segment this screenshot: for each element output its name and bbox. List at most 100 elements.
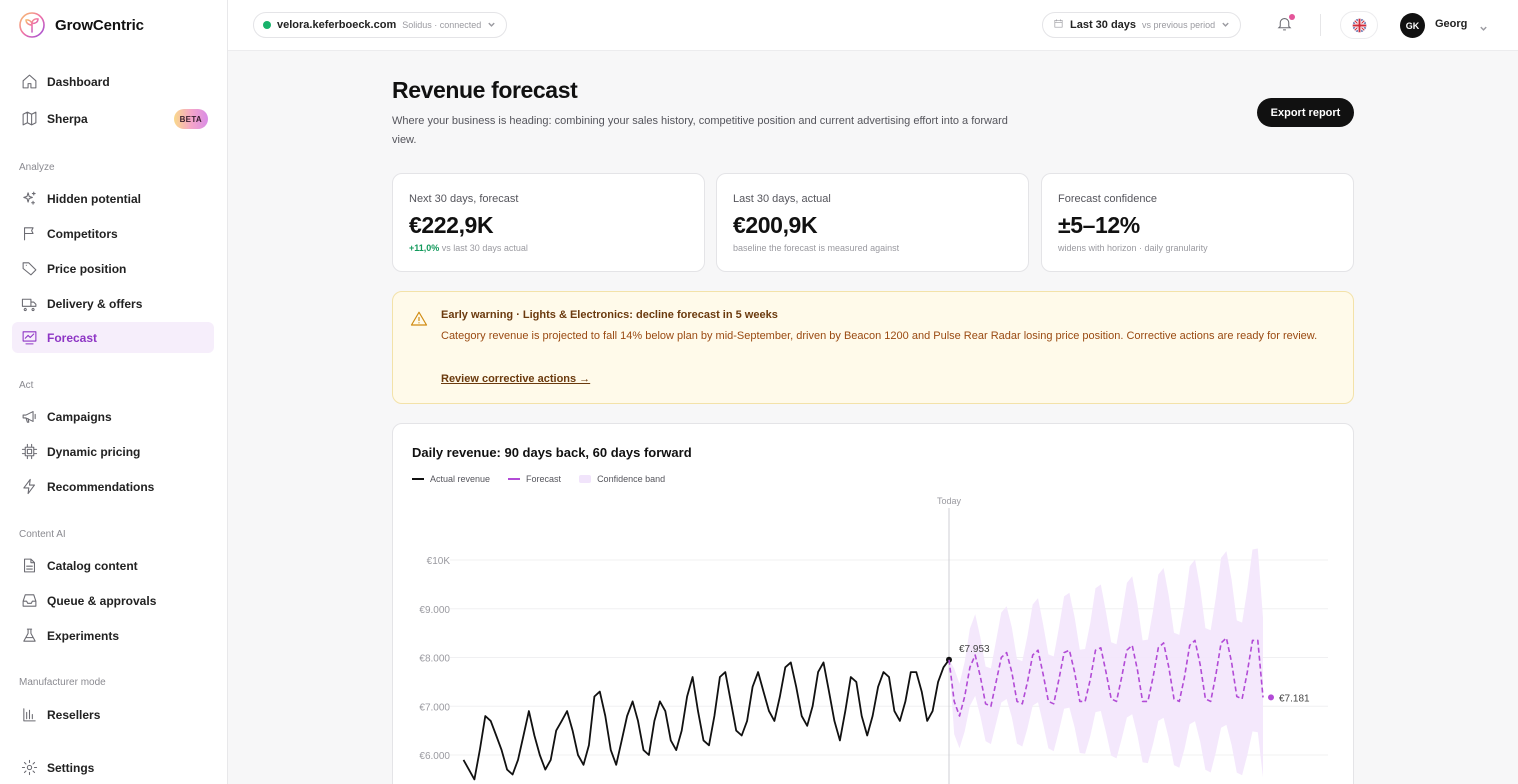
- sidebar-item-recommendations[interactable]: Recommendations: [12, 471, 214, 502]
- kpi-label: Last 30 days, actual: [733, 193, 831, 205]
- kpi-card-confidence: Forecast confidence ±5–12% widens with h…: [1041, 173, 1354, 272]
- sidebar-item-label: Delivery & offers: [47, 296, 143, 311]
- kpi-label: Next 30 days, forecast: [409, 193, 519, 205]
- nav-section-content-ai: Content AI: [19, 529, 66, 540]
- calendar-icon: [1053, 16, 1064, 34]
- alert-body: Category revenue is projected to fall 14…: [441, 330, 1318, 342]
- brand-name: GrowCentric: [55, 16, 144, 34]
- y-tick-label: €7.000: [419, 702, 450, 713]
- actual-end-label: €7.953: [959, 644, 990, 655]
- chevron-down-icon[interactable]: [1479, 20, 1488, 38]
- uk-flag-icon: [1352, 18, 1366, 32]
- user-name[interactable]: Georg: [1435, 18, 1467, 30]
- y-tick-label: €6.000: [419, 751, 450, 762]
- sidebar-item-label: Sherpa: [47, 111, 88, 126]
- language-selector[interactable]: [1340, 11, 1378, 39]
- sidebar-item-catalog-content[interactable]: Catalog content: [12, 550, 214, 581]
- sidebar-item-label: Experiments: [47, 628, 120, 643]
- sidebar-item-label: Catalog content: [47, 558, 138, 573]
- avatar[interactable]: GK: [1400, 13, 1425, 38]
- sidebar-item-experiments[interactable]: Experiments: [12, 620, 214, 651]
- connection-status-dot: [263, 21, 271, 29]
- sidebar-item-dynamic-pricing[interactable]: Dynamic pricing: [12, 436, 214, 467]
- site-selector[interactable]: velora.keferboeck.com Solidus · connecte…: [253, 12, 508, 38]
- period-compare: vs previous period: [1142, 20, 1216, 30]
- kpi-value: €222,9K: [409, 212, 494, 238]
- sidebar-item-settings[interactable]: Settings: [12, 752, 214, 783]
- sparkle-icon: [20, 190, 38, 208]
- chevron-down-icon: [1221, 16, 1230, 34]
- flag-icon: [20, 225, 38, 243]
- tag-icon: [20, 260, 38, 278]
- page-subtitle: Where your business is heading: combinin…: [392, 115, 1008, 146]
- kpi-note: baseline the forecast is measured agains…: [733, 243, 900, 253]
- sidebar-item-campaigns[interactable]: Campaigns: [12, 401, 214, 432]
- y-tick-label: €8.000: [419, 654, 450, 665]
- page-title: Revenue forecast: [392, 77, 578, 103]
- confidence-band: [949, 548, 1263, 778]
- daily-revenue-chart-card: Daily revenue: 90 days back, 60 days for…: [392, 423, 1354, 784]
- sidebar-item-forecast[interactable]: Forecast: [12, 322, 214, 353]
- period-selector[interactable]: Last 30 days vs previous period: [1042, 12, 1242, 38]
- bolt-icon: [20, 478, 38, 496]
- chart-icon: [20, 329, 38, 347]
- sidebar-item-label: Dashboard: [47, 74, 110, 89]
- kpi-card-forecast: Next 30 days, forecast €222,9K +11,0% vs…: [392, 173, 705, 272]
- forecast-end-point: [1268, 694, 1274, 701]
- period-label: Last 30 days: [1070, 19, 1137, 31]
- sidebar-item-dashboard[interactable]: Dashboard: [12, 66, 214, 97]
- actual-revenue-line: [462, 659, 950, 781]
- kpi-note-text: vs last 30 days actual: [441, 243, 528, 253]
- y-tick-label: €10K: [427, 556, 451, 567]
- gear-icon: [20, 759, 38, 777]
- alert-title: Early warning · Lights & Electronics: de…: [441, 309, 778, 321]
- map-icon: [20, 110, 38, 128]
- sidebar-item-label: Queue & approvals: [47, 593, 157, 608]
- notifications-button[interactable]: [1276, 14, 1296, 35]
- kpi-note: +11,0% vs last 30 days actual: [409, 243, 688, 253]
- sidebar-item-label: Hidden potential: [47, 191, 141, 206]
- sidebar-item-price-position[interactable]: Price position: [12, 253, 214, 284]
- divider: [1320, 14, 1321, 36]
- home-icon: [20, 73, 38, 91]
- site-name: velora.keferboeck.com: [277, 19, 397, 31]
- sidebar-item-label: Resellers: [47, 707, 101, 722]
- inbox-icon: [20, 592, 38, 610]
- kpi-label: Forecast confidence: [1058, 193, 1158, 205]
- bars-icon: [20, 706, 38, 724]
- kpi-delta: +11,0%: [409, 243, 440, 253]
- truck-icon: [20, 295, 38, 313]
- sidebar-item-label: Dynamic pricing: [47, 444, 141, 459]
- sidebar-item-label: Price position: [47, 261, 127, 276]
- sidebar-item-label: Settings: [47, 760, 95, 775]
- brand[interactable]: GrowCentric: [19, 12, 144, 38]
- sidebar-item-resellers[interactable]: Resellers: [12, 699, 214, 730]
- warning-icon: [410, 310, 428, 328]
- flask-icon: [20, 627, 38, 645]
- revenue-chart-plot: €6.000 €7.000 €8.000 €9.000 €10K Today €7.953 €…: [419, 496, 1328, 784]
- sidebar: GrowCentric Dashboard Sherpa BETA Analyz…: [0, 0, 228, 784]
- nav-section-act: Act: [19, 380, 34, 391]
- kpi-note: widens with horizon · daily granularity: [1058, 243, 1208, 253]
- y-tick-label: €9.000: [419, 605, 450, 616]
- sidebar-item-delivery-offers[interactable]: Delivery & offers: [12, 288, 214, 319]
- chip-icon: [20, 443, 38, 461]
- megaphone-icon: [20, 408, 38, 426]
- file-icon: [20, 557, 38, 575]
- sidebar-item-sherpa[interactable]: Sherpa BETA: [12, 103, 214, 134]
- sidebar-item-hidden-potential[interactable]: Hidden potential: [12, 183, 214, 214]
- top-bar: velora.keferboeck.com Solidus · connecte…: [228, 0, 1518, 51]
- sidebar-item-queue-approvals[interactable]: Queue & approvals: [12, 585, 214, 616]
- sidebar-item-label: Forecast: [47, 330, 98, 345]
- nav-section-analyze: Analyze: [19, 162, 55, 173]
- kpi-value: ±5–12%: [1058, 212, 1140, 238]
- export-report-button[interactable]: Export report: [1257, 98, 1354, 127]
- chevron-down-icon: [487, 16, 496, 34]
- sidebar-item-label: Competitors: [47, 226, 118, 241]
- beta-badge: BETA: [173, 109, 208, 129]
- kpi-value: €200,9K: [733, 212, 818, 238]
- nav-section-manufacturer-mode: Manufacturer mode: [19, 677, 106, 688]
- review-corrective-actions-link[interactable]: Review corrective actions →: [441, 373, 590, 385]
- sidebar-item-label: Campaigns: [47, 409, 112, 424]
- sidebar-item-competitors[interactable]: Competitors: [12, 218, 214, 249]
